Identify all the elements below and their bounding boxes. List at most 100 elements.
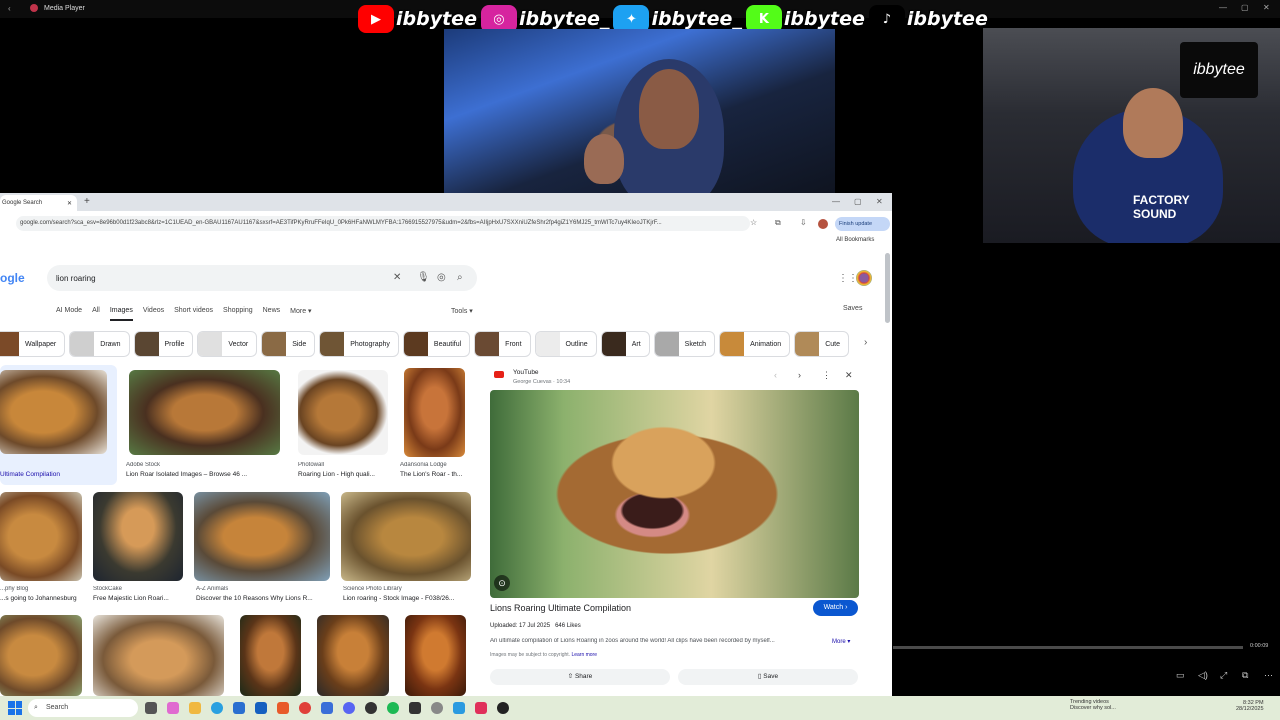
result-caption-1[interactable]: Ultimate Compilation — [0, 471, 110, 478]
clear-icon[interactable]: ✕ — [393, 272, 401, 283]
tools-button[interactable]: Tools ▾ — [451, 307, 473, 315]
copilot-icon[interactable] — [167, 702, 179, 714]
tab-all[interactable]: All — [92, 307, 100, 315]
search-icon[interactable]: ⌕ — [457, 272, 463, 283]
taskbar-search[interactable]: ⌕ Search — [28, 699, 138, 717]
tab-videos[interactable]: Videos — [143, 307, 164, 315]
result-image-5[interactable] — [0, 492, 82, 581]
outlook-icon[interactable] — [255, 702, 267, 714]
chrome-icon[interactable] — [299, 702, 311, 714]
save-button[interactable]: ▯ Save — [678, 669, 858, 685]
minimize-button[interactable]: — — [1219, 3, 1227, 12]
brave-icon[interactable] — [277, 702, 289, 714]
result-caption-8[interactable]: Lion roaring - Stock Image - F038/26... — [343, 595, 471, 602]
downloads-icon[interactable]: ⇩ — [800, 218, 807, 227]
result-image-6[interactable] — [93, 492, 183, 581]
chip-front[interactable]: Front — [474, 331, 531, 357]
bookmark-star-icon[interactable]: ☆ — [750, 218, 757, 227]
more-options-icon[interactable]: ⋮ — [822, 370, 831, 381]
spotify-icon[interactable] — [387, 702, 399, 714]
app-icon-16[interactable] — [475, 702, 487, 714]
profile-avatar[interactable] — [818, 219, 828, 229]
trending-widget[interactable]: Trending videos Discover why sol... — [1070, 699, 1116, 711]
result-caption-5[interactable]: ...s going to Johannesburg — [0, 595, 82, 602]
chip-cute[interactable]: Cute — [794, 331, 849, 357]
finish-update-button[interactable]: Finish update — [835, 217, 890, 231]
file-explorer-icon[interactable] — [189, 702, 201, 714]
chip-sketch[interactable]: Sketch — [653, 331, 716, 357]
next-result-icon[interactable]: › — [798, 370, 801, 380]
learn-more-link[interactable]: Learn more — [571, 652, 597, 658]
result-caption-2[interactable]: Lion Roar Isolated Images – Browse 46 ..… — [126, 471, 282, 478]
app-icon-9[interactable] — [321, 702, 333, 714]
result-caption-4[interactable]: The Lion's Roar - th... — [400, 471, 468, 478]
result-image-12[interactable] — [317, 615, 389, 696]
prev-result-icon[interactable]: ‹ — [774, 370, 777, 380]
lens-search-icon[interactable]: ⊙ — [494, 575, 510, 591]
chip-vector[interactable]: Vector — [197, 331, 258, 357]
result-caption-6[interactable]: Free Majestic Lion Roari... — [93, 595, 183, 602]
close-preview-icon[interactable]: ✕ — [845, 370, 853, 381]
chip-animation[interactable]: Animation — [719, 331, 791, 357]
video-progress-bar[interactable] — [893, 646, 1243, 649]
preview-image[interactable] — [490, 390, 859, 598]
tab-images[interactable]: Images — [109, 307, 133, 321]
system-clock[interactable]: 8:32 PM 28/12/2025 — [1236, 700, 1264, 712]
lens-icon[interactable]: ◎ — [437, 272, 446, 283]
chip-drawn[interactable]: Drawn — [69, 331, 130, 357]
discord-icon[interactable] — [343, 702, 355, 714]
tab-close-icon[interactable]: ✕ — [67, 200, 72, 207]
mini-player-icon[interactable]: ⧉ — [1242, 670, 1248, 681]
search-input[interactable]: lion roaring — [56, 274, 96, 283]
tab-short-videos[interactable]: Short videos — [174, 307, 213, 315]
result-image-7[interactable] — [194, 492, 330, 581]
chip-art[interactable]: Art — [600, 331, 650, 357]
maximize-button[interactable]: ▢ — [1241, 3, 1249, 12]
result-image-11[interactable] — [240, 615, 301, 696]
tab-news[interactable]: News — [263, 307, 281, 315]
result-caption-3[interactable]: Roaring Lion - High quali... — [298, 471, 388, 478]
google-account-avatar[interactable] — [856, 270, 872, 286]
obs-icon[interactable] — [365, 702, 377, 714]
settings-icon[interactable] — [431, 702, 443, 714]
result-image-10[interactable] — [93, 615, 224, 696]
result-caption-7[interactable]: Discover the 10 Reasons Why Lions R... — [196, 595, 330, 602]
browser-close-button[interactable]: ✕ — [876, 197, 883, 206]
tab-more[interactable]: More ▾ — [290, 307, 311, 315]
chip-outline[interactable]: Outline — [534, 331, 597, 357]
url-field[interactable]: google.com/search?sca_esv=8e96b00d1f23ab… — [16, 216, 750, 231]
app-icon-13[interactable] — [409, 702, 421, 714]
result-image-8[interactable] — [341, 492, 471, 581]
media-player-icon[interactable] — [497, 702, 509, 714]
all-bookmarks[interactable]: All Bookmarks — [836, 237, 874, 243]
more-icon[interactable]: ⋯ — [1264, 670, 1273, 681]
preview-title[interactable]: Lions Roaring Ultimate Compilation — [490, 603, 631, 613]
volume-icon[interactable]: ◁) — [1198, 670, 1208, 681]
page-scrollbar[interactable] — [885, 253, 890, 323]
tab-google-search[interactable]: Google Search ✕ — [0, 195, 77, 211]
tab-ai-mode[interactable]: AI Mode — [56, 307, 82, 315]
new-tab-button[interactable]: + — [84, 196, 90, 207]
close-button[interactable]: ✕ — [1263, 3, 1270, 12]
preview-source[interactable]: YouTube — [513, 369, 539, 376]
search-box[interactable]: lion roaring ✕ 🎙 ◎ ⌕ — [47, 265, 477, 291]
store-icon[interactable] — [233, 702, 245, 714]
chip-side[interactable]: Side — [261, 331, 316, 357]
edge-icon[interactable] — [211, 702, 223, 714]
google-logo[interactable]: ogle — [0, 271, 25, 285]
chevron-right-icon[interactable]: › — [864, 337, 867, 348]
start-icon[interactable] — [8, 701, 22, 715]
fullscreen-icon[interactable]: ⤢ — [1220, 670, 1227, 681]
result-image-9[interactable] — [0, 615, 82, 696]
chip-wallpaper[interactable]: Wallpaper — [0, 331, 66, 357]
extensions-icon[interactable]: ⧉ — [775, 218, 781, 228]
chip-beautiful[interactable]: Beautiful — [402, 331, 471, 357]
browser-minimize-button[interactable]: — — [832, 197, 840, 206]
captions-icon[interactable]: ▭ — [1176, 670, 1185, 681]
saves-button[interactable]: Saves — [843, 305, 862, 312]
chip-photography[interactable]: Photography — [319, 331, 399, 357]
back-arrow-icon[interactable]: ‹ — [8, 4, 11, 13]
app-icon-15[interactable] — [453, 702, 465, 714]
result-image-2[interactable] — [129, 370, 280, 455]
result-image-3[interactable] — [298, 370, 388, 455]
